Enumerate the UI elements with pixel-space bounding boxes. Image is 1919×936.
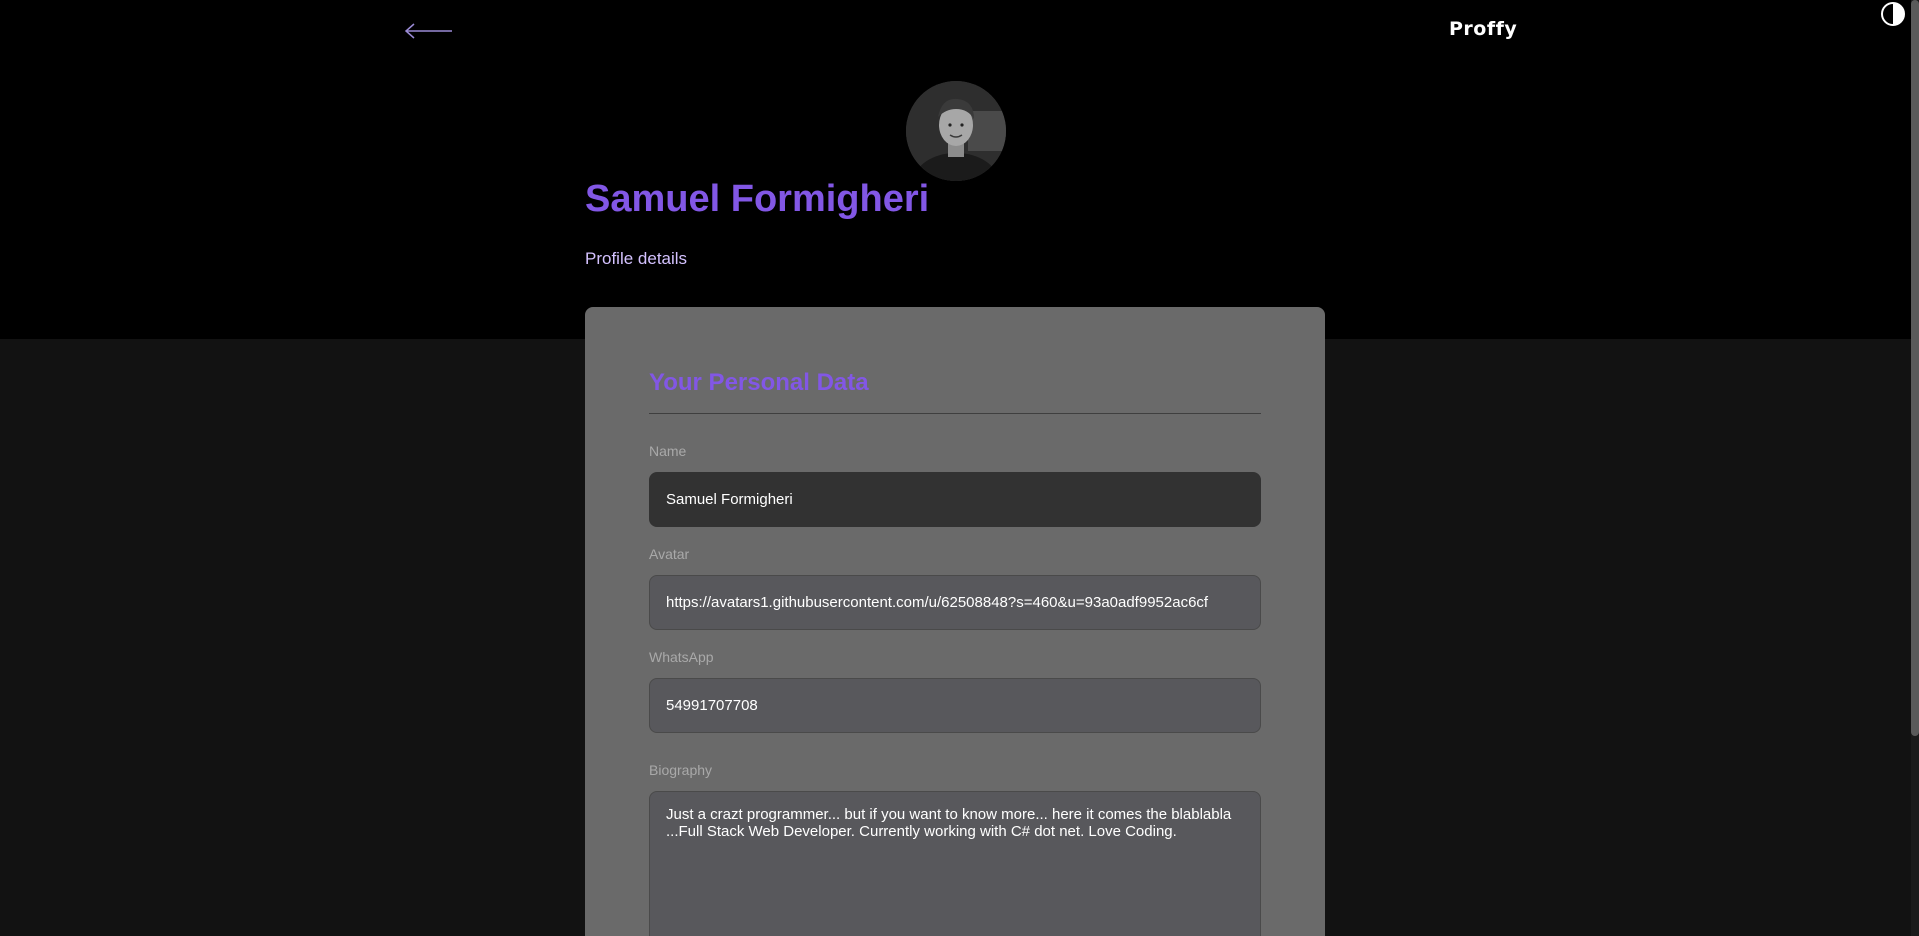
theme-toggle-button[interactable] <box>1880 1 1906 27</box>
avatar-input[interactable] <box>649 575 1261 630</box>
whatsapp-input[interactable] <box>649 678 1261 733</box>
avatar-label: Avatar <box>649 546 690 562</box>
contrast-icon <box>1881 2 1905 26</box>
avatar-image <box>906 81 1006 181</box>
legend-divider <box>649 413 1261 414</box>
scrollbar-thumb[interactable] <box>1911 0 1919 736</box>
biography-label: Biography <box>649 762 713 778</box>
biography-textarea[interactable]: Just a crazt programmer... but if you wa… <box>649 791 1261 936</box>
arrow-left-icon <box>404 23 452 39</box>
page: Proffy Samuel Formigheri Profile details… <box>0 0 1919 936</box>
avatar <box>906 81 1006 181</box>
name-input[interactable] <box>649 472 1261 527</box>
name-label: Name <box>649 443 687 459</box>
back-button[interactable] <box>402 16 456 46</box>
profile-name: Samuel Formigheri <box>585 178 930 220</box>
whatsapp-label: WhatsApp <box>649 649 714 665</box>
form-legend: Your Personal Data <box>649 369 869 396</box>
profile-subtitle: Profile details <box>585 249 688 268</box>
personal-data-form: Your Personal Data Name Avatar WhatsApp … <box>585 307 1325 936</box>
brand-logo: Proffy <box>1449 18 1518 40</box>
